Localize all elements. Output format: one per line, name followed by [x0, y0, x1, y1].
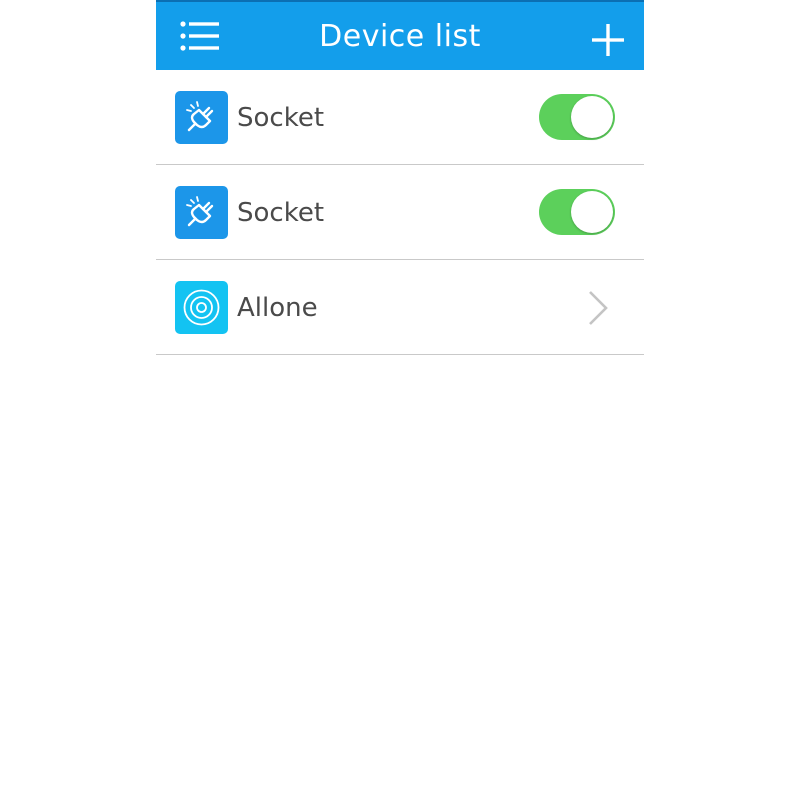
app-header: Device list — [156, 0, 644, 70]
socket-device-icon — [175, 91, 228, 144]
device-label: Allone — [237, 293, 318, 323]
allone-device-icon — [175, 281, 228, 334]
socket-power-toggle[interactable] — [539, 189, 615, 235]
socket-power-toggle[interactable] — [539, 94, 615, 140]
device-list: Socket Socket Allone — [156, 70, 644, 355]
plus-icon — [592, 24, 624, 56]
socket-device-icon — [175, 186, 228, 239]
device-row-allone[interactable]: Allone — [156, 260, 644, 355]
concentric-circles-icon — [183, 289, 220, 326]
plug-icon — [186, 101, 214, 132]
device-label: Socket — [237, 103, 325, 133]
menu-button[interactable] — [178, 18, 222, 54]
device-list-screen: Device list Socket Socket Allone — [156, 0, 644, 800]
toggle-knob — [571, 96, 613, 138]
device-label: Socket — [237, 198, 325, 228]
menu-list-icon — [180, 21, 219, 51]
open-device-chevron[interactable] — [584, 288, 614, 328]
add-device-button[interactable] — [588, 20, 628, 60]
chevron-right-icon — [589, 291, 608, 325]
device-row-socket-1[interactable]: Socket — [156, 70, 644, 165]
toggle-knob — [571, 191, 613, 233]
plug-icon — [186, 196, 214, 227]
device-row-socket-2[interactable]: Socket — [156, 165, 644, 260]
page-title: Device list — [319, 19, 481, 54]
